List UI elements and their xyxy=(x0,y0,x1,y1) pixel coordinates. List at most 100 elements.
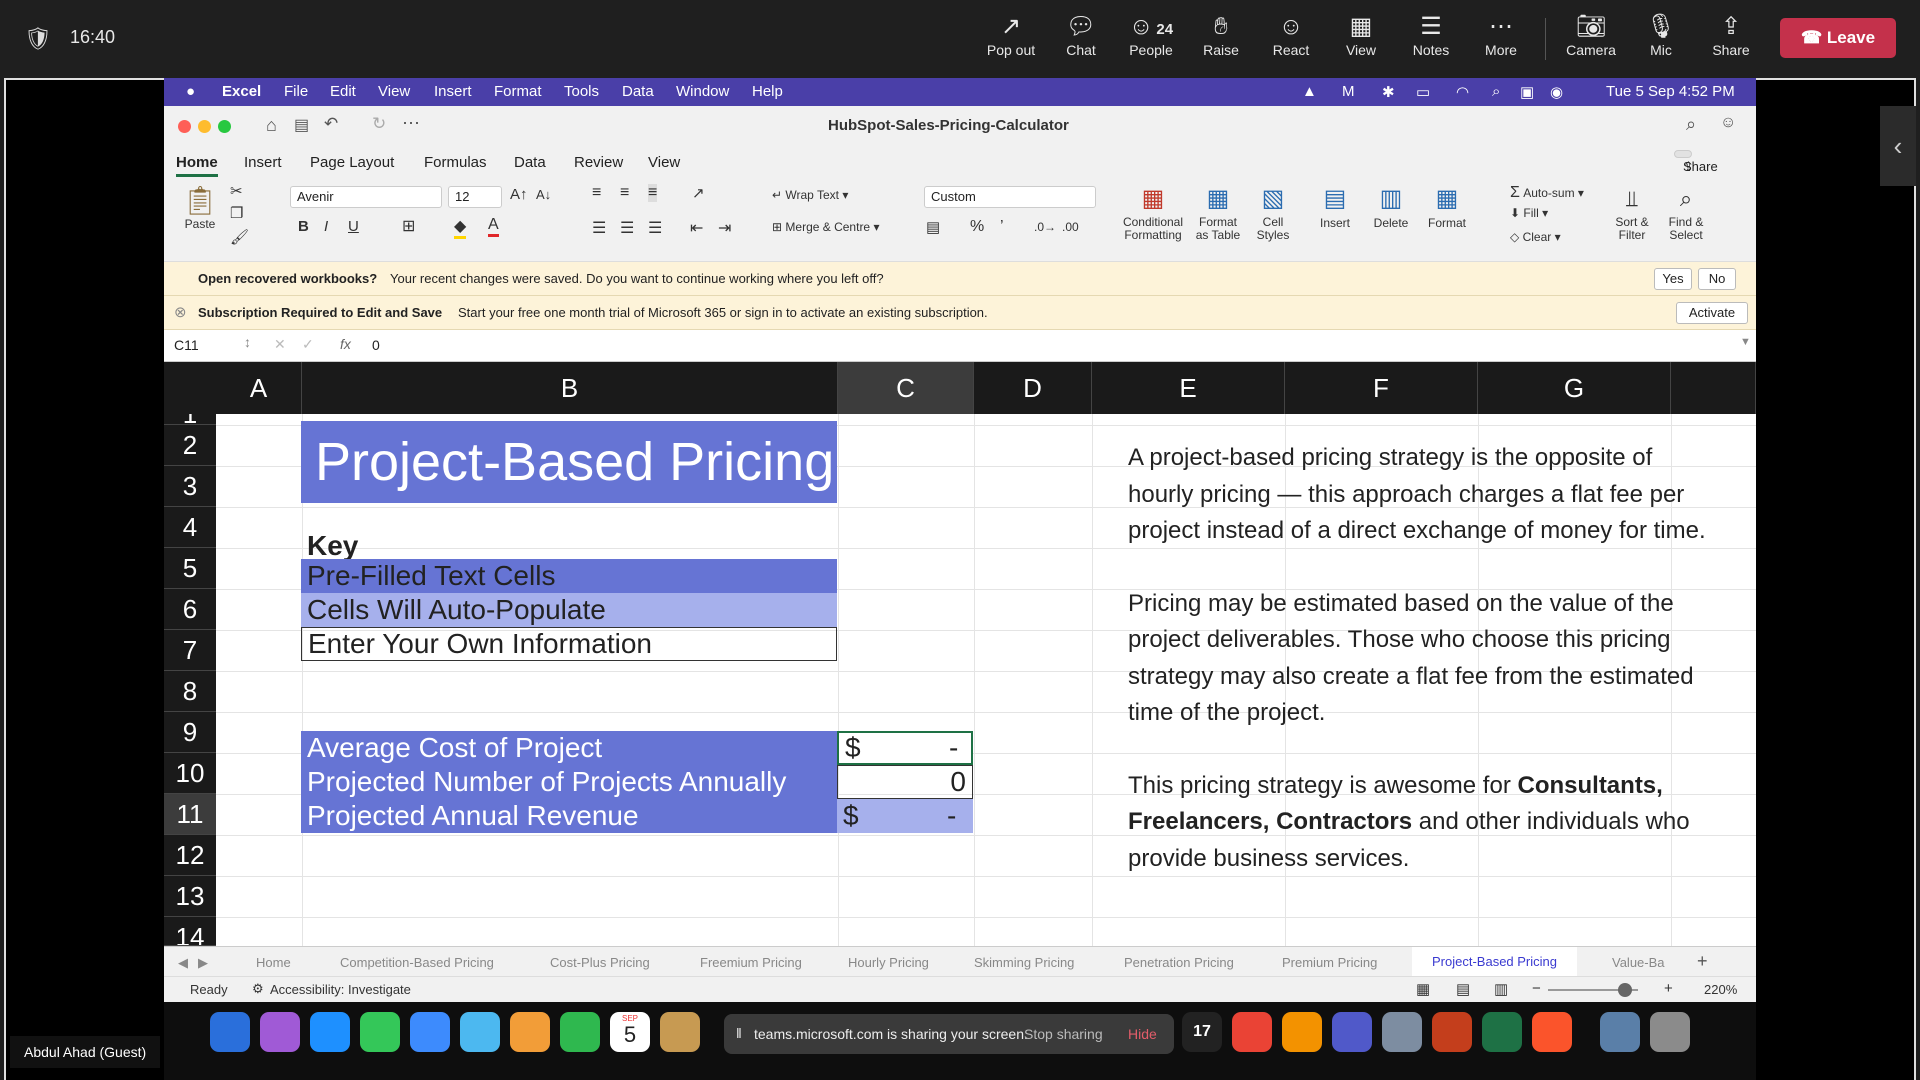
menu-view[interactable]: View xyxy=(378,83,410,100)
column-header-g[interactable]: G xyxy=(1478,362,1671,414)
accessibility-icon[interactable]: ⚙ xyxy=(252,981,264,997)
row-header-2[interactable]: 2 xyxy=(164,425,216,466)
decrease-decimal-icon[interactable]: .00 xyxy=(1062,220,1079,234)
react-button[interactable]: ☺ React xyxy=(1258,12,1324,68)
sheet-tab-project-based[interactable]: Project-Based Pricing xyxy=(1412,947,1577,976)
menu-tools[interactable]: Tools xyxy=(564,83,599,100)
safari-icon[interactable] xyxy=(310,1012,350,1052)
sort-filter-button[interactable]: ⫫ Sort & Filter xyxy=(1610,182,1654,242)
key-enter-own-cell[interactable]: Enter Your Own Information xyxy=(301,627,837,661)
calendar-icon[interactable]: SEP 5 xyxy=(610,1012,650,1052)
confirm-formula-icon[interactable]: ✓ xyxy=(302,336,314,353)
stop-sharing-button[interactable]: Stop sharing xyxy=(1024,1026,1103,1042)
increase-decimal-icon[interactable]: .0→ xyxy=(1034,220,1056,234)
font-color-icon[interactable]: A xyxy=(488,216,499,237)
search-icon[interactable]: ⌕ xyxy=(1686,114,1696,135)
pop-out-button[interactable]: ↗ Pop out xyxy=(978,12,1044,68)
vlc-icon[interactable]: ▲ xyxy=(1302,83,1317,100)
sheet-tab-freemium[interactable]: Freemium Pricing xyxy=(700,955,802,970)
downloads-folder-icon[interactable] xyxy=(1600,1012,1640,1052)
recover-no-button[interactable]: No xyxy=(1698,268,1736,290)
cut-icon[interactable]: ✂ xyxy=(230,182,243,200)
zoom-out-icon[interactable]: − xyxy=(1532,980,1541,997)
copy-icon[interactable]: ❐ xyxy=(230,204,243,222)
borders-icon[interactable]: ⊞ xyxy=(402,216,415,236)
projects-annually-value-cell[interactable]: 0 xyxy=(837,765,973,799)
row-header-6[interactable]: 6 xyxy=(164,589,216,630)
camera-button[interactable]: 📷︎ Camera xyxy=(1558,12,1624,68)
column-header-e[interactable]: E xyxy=(1092,362,1285,414)
zoom-in-icon[interactable]: + xyxy=(1664,980,1673,997)
find-select-button[interactable]: ⌕ Find & Select xyxy=(1664,182,1708,242)
annual-revenue-label-cell[interactable]: Projected Annual Revenue xyxy=(301,799,837,833)
powerpoint-icon[interactable] xyxy=(1432,1012,1472,1052)
row-header-9[interactable]: 9 xyxy=(164,712,216,753)
column-header-f[interactable]: F xyxy=(1285,362,1478,414)
function-icon[interactable]: fx xyxy=(340,336,351,352)
activate-button[interactable]: Activate xyxy=(1676,302,1748,324)
save-icon[interactable]: ▤ xyxy=(294,115,309,135)
format-as-table-button[interactable]: ▦ Format as Table xyxy=(1190,182,1246,242)
chrome-icon[interactable] xyxy=(1232,1012,1272,1052)
sheet-title-cell[interactable]: Project-Based Pricing xyxy=(301,421,837,503)
tab-view[interactable]: View xyxy=(648,154,680,171)
chevron-left-icon[interactable]: ‹ xyxy=(1880,106,1916,186)
tab-review[interactable]: Review xyxy=(574,154,623,171)
wifi-icon[interactable]: ◠ xyxy=(1456,83,1469,101)
vlc-dock-icon[interactable] xyxy=(1282,1012,1322,1052)
formula-input[interactable]: 0 xyxy=(372,337,380,353)
apple-icon[interactable]: ● xyxy=(186,83,195,100)
zoom-window-button[interactable] xyxy=(218,120,231,133)
column-header-h[interactable] xyxy=(1671,362,1756,414)
auto-sum-button[interactable]: Σ Auto-sum ▾ xyxy=(1510,184,1584,202)
sheet-tab-penetration[interactable]: Penetration Pricing xyxy=(1124,955,1234,970)
projects-annually-label-cell[interactable]: Projected Number of Projects Annually xyxy=(301,765,837,799)
trash-icon[interactable] xyxy=(1650,1012,1690,1052)
align-top-icon[interactable]: ≡ xyxy=(592,184,601,202)
menu-window[interactable]: Window xyxy=(676,83,729,100)
row-header-13[interactable]: 13 xyxy=(164,876,216,917)
column-header-a[interactable]: A xyxy=(216,362,302,414)
row-header-14[interactable]: 14 xyxy=(164,917,216,946)
format-cells-button[interactable]: ▦ Format xyxy=(1422,182,1472,230)
notes-button[interactable]: ☰ Notes xyxy=(1398,12,1464,68)
leave-button[interactable]: ☎︎ Leave xyxy=(1780,18,1896,58)
preview-icon[interactable] xyxy=(1382,1012,1422,1052)
sheet-tab-home[interactable]: Home xyxy=(256,955,291,970)
page-break-view-icon[interactable]: ▥ xyxy=(1494,980,1508,998)
zoom-slider-thumb[interactable] xyxy=(1618,983,1632,997)
home-icon[interactable]: ⌂ xyxy=(266,115,277,136)
minimize-window-button[interactable] xyxy=(198,120,211,133)
font-name-select[interactable]: Avenir xyxy=(290,186,442,208)
avg-cost-value-cell[interactable]: $ - xyxy=(837,731,973,765)
row-header-5[interactable]: 5 xyxy=(164,548,216,589)
app-17-icon[interactable]: 17 xyxy=(1182,1012,1222,1052)
conditional-formatting-button[interactable]: ▦ Conditional Formatting xyxy=(1118,182,1188,242)
sheet-tab-competition[interactable]: Competition-Based Pricing xyxy=(340,955,494,970)
menu-insert[interactable]: Insert xyxy=(434,83,472,100)
tab-insert[interactable]: Insert xyxy=(244,154,282,171)
wrap-text-button[interactable]: ↵ Wrap Text ▾ xyxy=(772,188,848,202)
worksheet-grid[interactable]: Project-Based Pricing Key Pre-Filled Tex… xyxy=(164,362,1756,946)
description-text-box[interactable]: A project-based pricing strategy is the … xyxy=(1128,440,1708,913)
prev-sheet-icon[interactable]: ◀ xyxy=(178,955,188,971)
more-options-icon[interactable]: ⋯ xyxy=(402,113,420,134)
name-box[interactable]: C11 xyxy=(174,337,199,353)
clear-button[interactable]: ◇ Clear ▾ xyxy=(1510,230,1561,244)
fill-color-icon[interactable]: ◆ xyxy=(454,216,467,239)
underline-button[interactable]: U xyxy=(348,218,359,235)
notes-app-icon[interactable] xyxy=(660,1012,700,1052)
sheet-tab-cost-plus[interactable]: Cost-Plus Pricing xyxy=(550,955,650,970)
redo-icon[interactable]: ↻ xyxy=(372,114,386,134)
cell-styles-button[interactable]: ▧ Cell Styles xyxy=(1248,182,1298,242)
recover-yes-button[interactable]: Yes xyxy=(1654,268,1692,290)
more-button[interactable]: ⋯ More xyxy=(1468,12,1534,68)
expand-formula-icon[interactable]: ▼ xyxy=(1740,336,1751,348)
row-header-8[interactable]: 8 xyxy=(164,671,216,712)
mail-icon[interactable] xyxy=(410,1012,450,1052)
bold-button[interactable]: B xyxy=(298,218,309,235)
percent-style-icon[interactable]: % xyxy=(970,218,984,236)
increase-font-icon[interactable]: A↑ xyxy=(510,186,528,203)
align-bottom-icon[interactable]: ≡ xyxy=(648,184,658,202)
merge-centre-button[interactable]: ⊞ Merge & Centre ▾ xyxy=(772,220,879,234)
